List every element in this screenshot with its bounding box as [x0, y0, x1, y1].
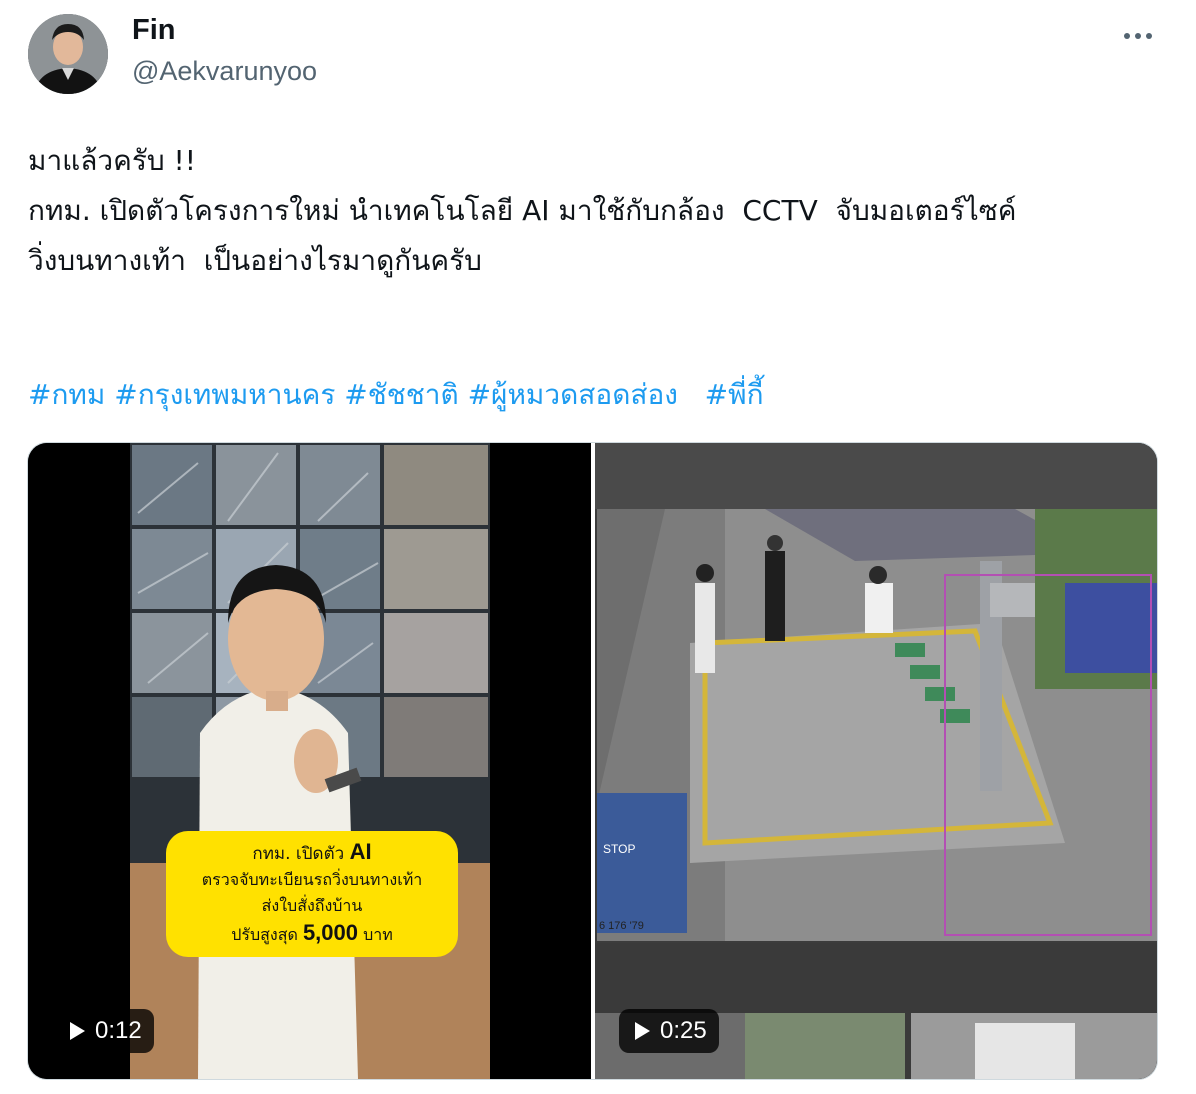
- tweet-text-line: กทม. เปิดตัวโครงการใหม่ นำเทคโนโลยี AI ม…: [28, 194, 1017, 227]
- tweet-text: มาแล้วครับ !! กทม. เปิดตัวโครงการใหม่ นำ…: [28, 136, 1168, 286]
- video-thumbnail: STOP 6 176 '79: [595, 443, 1157, 1079]
- overlay-line: ปรับสูงสุด: [231, 925, 298, 944]
- tweet-text-line: มาแล้วครับ !!: [28, 144, 196, 177]
- overlay-line: บาท: [363, 925, 393, 944]
- video-caption-overlay: กทม. เปิดตัว AI ตรวจจับทะเบียนรถวิ่งบนทา…: [166, 831, 458, 957]
- author-display-name[interactable]: Fin: [132, 14, 176, 47]
- plate-text: 6 176 '79: [599, 920, 644, 932]
- hashtag-list: #กทม #กรุงเทพมหานคร #ชัชชาติ #ผู้หมวดสอด…: [28, 370, 1168, 420]
- video-duration: 0:25: [660, 1017, 707, 1044]
- hashtag-link[interactable]: #พี่กี้: [705, 378, 764, 411]
- video-duration-badge: 0:12: [54, 1009, 154, 1053]
- hashtag-link[interactable]: #กรุงเทพมหานคร: [114, 378, 335, 411]
- stop-sign-text: STOP: [603, 842, 635, 856]
- more-options-button[interactable]: [1116, 22, 1160, 50]
- overlay-line: ส่งใบสั่งถึงบ้าน: [261, 896, 363, 915]
- video-player[interactable]: STOP 6 176 '79 0:25: [595, 443, 1157, 1079]
- more-icon: [1146, 33, 1152, 39]
- overlay-line: ตรวจจับทะเบียนรถวิ่งบนทางเท้า: [201, 870, 423, 889]
- play-icon: [70, 1022, 85, 1040]
- hashtag-link[interactable]: #ผู้หมวดสอดส่อง: [468, 378, 678, 411]
- play-icon: [635, 1022, 650, 1040]
- overlay-line: กทม. เปิดตัว: [252, 844, 345, 864]
- author-handle[interactable]: @Aekvarunyoo: [132, 56, 317, 87]
- video-thumbnail: [28, 443, 591, 1079]
- avatar[interactable]: [28, 14, 108, 94]
- hashtag-link[interactable]: #ชัชชาติ: [344, 378, 458, 411]
- tweet: Fin @Aekvarunyoo มาแล้วครับ !! กทม. เปิด…: [0, 0, 1196, 1094]
- more-icon: [1124, 33, 1130, 39]
- avatar-photo: [28, 14, 108, 94]
- hashtag-link[interactable]: #กทม: [28, 378, 105, 411]
- video-duration-badge: 0:25: [619, 1009, 719, 1053]
- more-icon: [1135, 33, 1141, 39]
- overlay-emphasis: AI: [349, 839, 372, 864]
- tweet-text-line: วิ่งบนทางเท้า เป็นอย่างไรมาดูกันครับ: [28, 244, 482, 277]
- overlay-emphasis: 5,000: [302, 920, 358, 945]
- media-grid: กทม. เปิดตัว AI ตรวจจับทะเบียนรถวิ่งบนทา…: [27, 442, 1158, 1080]
- video-player[interactable]: กทม. เปิดตัว AI ตรวจจับทะเบียนรถวิ่งบนทา…: [28, 443, 591, 1079]
- video-duration: 0:12: [95, 1017, 142, 1044]
